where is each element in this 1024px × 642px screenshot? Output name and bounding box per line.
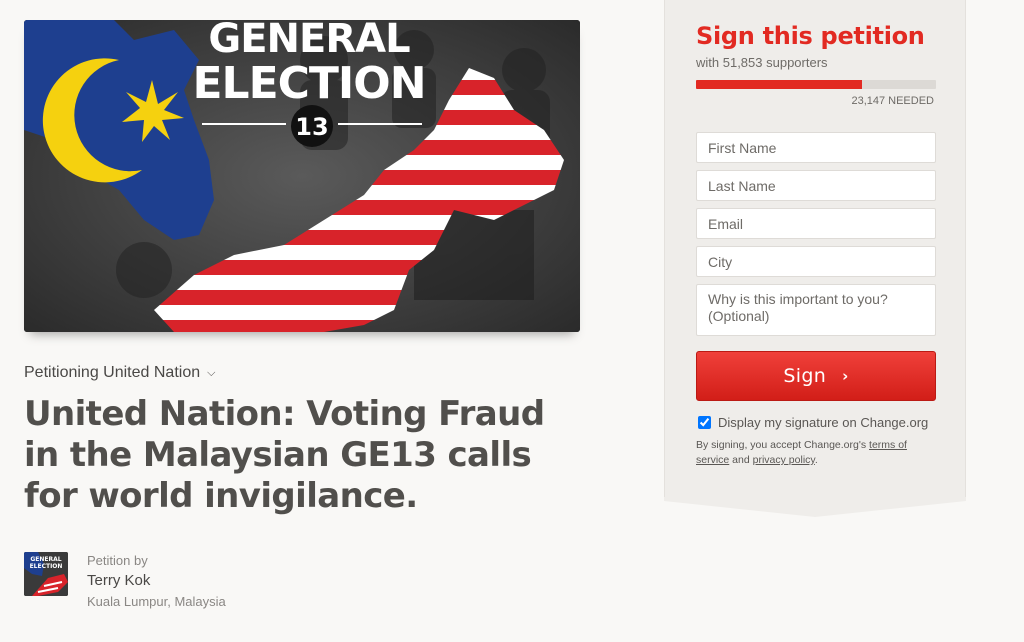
city-field[interactable] — [696, 246, 936, 277]
legal-and: and — [729, 454, 753, 466]
legal-prefix: By signing, you accept Change.org's — [696, 439, 870, 451]
supporters-count: with 51,853 supporters — [696, 55, 828, 70]
panel-bottom-notch — [664, 497, 966, 517]
petition-author: GENERAL ELECTION Petition by Terry Kok K… — [24, 552, 226, 609]
email-field[interactable] — [696, 208, 936, 239]
first-name-field[interactable] — [696, 132, 936, 163]
petition-by-label: Petition by — [87, 553, 148, 568]
display-signature-checkbox[interactable] — [698, 416, 711, 429]
chevron-down-icon: ⌵ — [207, 367, 216, 379]
petition-hero-image: GENERAL ELECTION 13 — [24, 20, 580, 332]
chevron-right-icon: › — [842, 367, 849, 385]
petition-target-dropdown[interactable]: Petitioning United Nation ⌵ — [24, 364, 215, 382]
sign-heading: Sign this petition — [696, 22, 925, 50]
sign-button[interactable]: Sign › — [696, 351, 936, 401]
signature-progress-bar — [696, 80, 936, 89]
last-name-field[interactable] — [696, 170, 936, 201]
hero-text-general: GENERAL — [208, 20, 410, 62]
avatar-text-general: GENERAL — [30, 556, 61, 563]
legal-notice: By signing, you accept Change.org's term… — [696, 438, 936, 468]
author-name[interactable]: Terry Kok — [87, 572, 226, 589]
hero-text-election: ELECTION — [192, 58, 425, 109]
sign-petition-panel: Sign this petition with 51,853 supporter… — [664, 0, 966, 498]
reason-field[interactable] — [696, 284, 936, 336]
signatures-needed: 23,147 NEEDED — [851, 95, 934, 107]
display-signature-label: Display my signature on Change.org — [718, 415, 929, 430]
petition-target-label: Petitioning United Nation — [24, 364, 201, 381]
petition-title: United Nation: Voting Fraud in the Malay… — [24, 394, 545, 516]
author-avatar[interactable]: GENERAL ELECTION — [24, 552, 68, 596]
legal-suffix: . — [814, 454, 818, 466]
display-signature-option[interactable]: Display my signature on Change.org — [698, 415, 928, 430]
progress-fill — [696, 80, 862, 89]
avatar-text-election: ELECTION — [30, 563, 63, 570]
privacy-policy-link[interactable]: privacy policy — [753, 454, 815, 466]
hero-number: 13 — [295, 113, 328, 141]
sign-button-label: Sign — [783, 365, 827, 387]
author-location: Kuala Lumpur, Malaysia — [87, 594, 226, 609]
